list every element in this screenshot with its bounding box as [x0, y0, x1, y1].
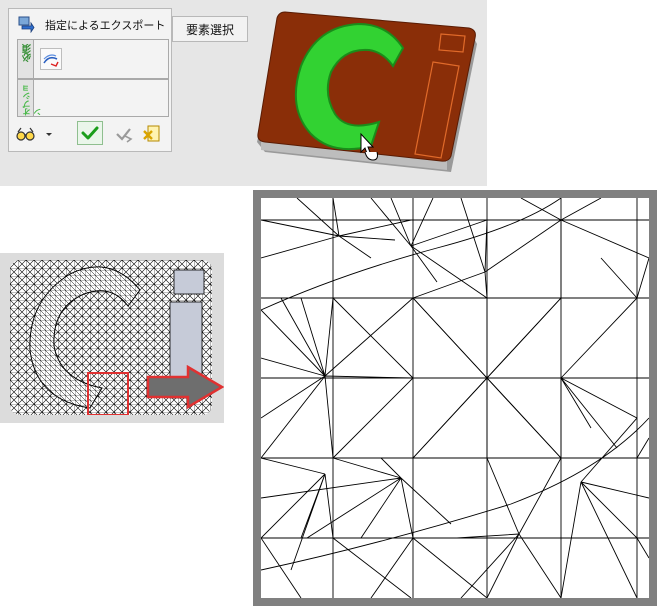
options-tab[interactable]: オプション — [18, 80, 42, 116]
dialog-button-row — [9, 121, 173, 147]
mesh-zoom-frame — [253, 190, 657, 606]
dialog-title: 指定によるエクスポート — [45, 19, 166, 32]
cancel-x-icon — [143, 125, 160, 142]
cancel-button[interactable] — [141, 123, 163, 145]
required-tab-label: 必須 — [23, 44, 33, 62]
checkmark-icon — [81, 126, 99, 140]
dialog-title-bar: 指定によるエクスポート — [9, 9, 173, 37]
surface-select-button[interactable] — [40, 48, 62, 70]
mesh-zoom-view — [261, 198, 649, 598]
mesh-overview-thumbnail — [0, 253, 224, 423]
3d-model-view[interactable] — [255, 10, 485, 182]
options-section: オプション — [17, 79, 169, 117]
chevron-down-icon — [46, 133, 52, 136]
red-outlined-arrow-icon — [146, 365, 224, 409]
apply-arrow-icon — [116, 128, 133, 143]
export-dialog: 指定によるエクスポート 必須 オプション — [8, 8, 172, 152]
apply-button[interactable] — [113, 123, 135, 145]
export-arrow-icon — [18, 16, 35, 33]
glasses-icon — [16, 127, 35, 141]
surface-select-icon — [43, 54, 59, 67]
preview-button[interactable] — [15, 123, 37, 145]
required-section: 必須 — [17, 39, 169, 79]
options-tab-label: オプション — [22, 84, 42, 116]
ok-button[interactable] — [77, 121, 103, 145]
preview-dropdown[interactable] — [43, 123, 55, 145]
required-tab[interactable]: 必須 — [18, 40, 34, 78]
element-select-button[interactable]: 要素選択 — [172, 16, 248, 42]
